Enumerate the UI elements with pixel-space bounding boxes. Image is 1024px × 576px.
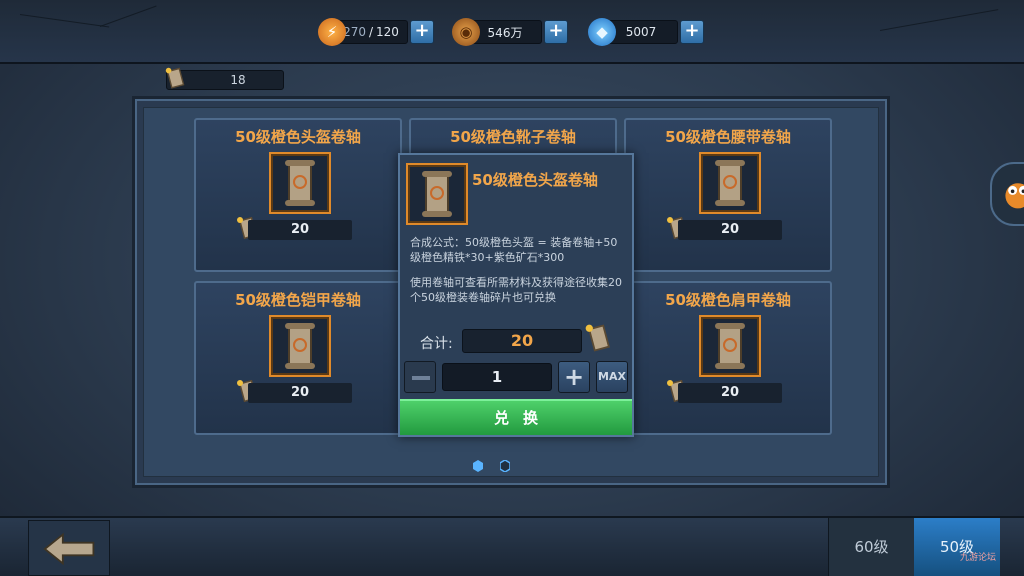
crack-decoration [19, 14, 110, 28]
back-arrow-icon [43, 532, 95, 566]
total-label: 合计: [420, 336, 453, 352]
crack-decoration [879, 9, 999, 31]
scroll-item-icon [269, 152, 331, 214]
tab-level-60[interactable]: 60级 [828, 518, 914, 576]
coin-icon: ◉ [452, 18, 480, 46]
scroll-item-icon [699, 315, 761, 377]
decrease-quantity-button[interactable] [404, 361, 436, 393]
quantity-field[interactable]: 1 [442, 363, 552, 391]
energy-separator: / [368, 25, 374, 39]
scroll-icon [165, 67, 185, 89]
energy-max: 120 [376, 25, 399, 39]
gold-resource: 546万 ◉ + [452, 18, 570, 46]
top-resource-bar: 270 / 120 ⚡ + 546万 ◉ + 5007 ◆ + [0, 0, 1024, 64]
diamond-value: 5007 [625, 25, 657, 39]
side-menu-button[interactable] [990, 162, 1024, 226]
scroll-detail-popup: 50级橙色头盔卷轴 合成公式：50级橙色头盔 = 装备卷轴+50级橙色精铁*30… [398, 153, 634, 437]
gold-value: 546万 [487, 25, 523, 40]
back-button[interactable] [28, 520, 110, 576]
lightning-icon: ⚡ [318, 18, 346, 46]
formula-text: 合成公式：50级橙色头盔 = 装备卷轴+50级橙色精铁*30+紫色矿石*300 [410, 236, 618, 264]
energy-resource: 270 / 120 ⚡ + [318, 18, 436, 46]
card-amount: 20 [248, 383, 352, 403]
scroll-icon [585, 324, 610, 352]
exchange-button[interactable]: 兑换 [400, 399, 632, 435]
increase-quantity-button[interactable]: + [558, 361, 590, 393]
scroll-card-shoulder[interactable]: 50级橙色肩甲卷轴 20 [624, 281, 832, 435]
card-amount: 20 [248, 220, 352, 240]
card-title: 50级橙色铠甲卷轴 [235, 291, 361, 309]
diamond-icon: ◆ [588, 18, 616, 46]
watermark: 九游论坛 [960, 553, 997, 563]
monster-icon [1005, 183, 1024, 209]
scroll-item-icon [699, 152, 761, 214]
add-gold-button[interactable]: + [544, 20, 568, 44]
card-title: 50级橙色靴子卷轴 [450, 128, 576, 146]
scroll-item-icon [406, 163, 468, 225]
card-amount: 20 [678, 220, 782, 240]
page-dot-active[interactable] [473, 460, 483, 472]
scroll-counter: 18 [165, 67, 284, 90]
popup-title: 50级橙色头盔卷轴 [472, 171, 598, 189]
card-title: 50级橙色肩甲卷轴 [665, 291, 791, 309]
scroll-card-helmet[interactable]: 50级橙色头盔卷轴 20 [194, 118, 402, 272]
diamond-resource: 5007 ◆ + [588, 18, 706, 46]
usage-text: 使用卷轴可查看所需材料及获得途径收集20个50级橙装卷轴碎片也可兑换 [410, 276, 622, 303]
scroll-item-icon [269, 315, 331, 377]
scroll-card-armor[interactable]: 50级橙色铠甲卷轴 20 [194, 281, 402, 435]
energy-value: 270 [343, 25, 366, 39]
page-dot[interactable] [500, 460, 510, 472]
card-title: 50级橙色腰带卷轴 [665, 128, 791, 146]
add-diamond-button[interactable]: + [680, 20, 704, 44]
max-quantity-button[interactable]: MAX [596, 361, 628, 393]
crack-decoration [99, 5, 157, 27]
scroll-card-belt[interactable]: 50级橙色腰带卷轴 20 [624, 118, 832, 272]
add-energy-button[interactable]: + [410, 20, 434, 44]
scroll-count: 18 [230, 73, 246, 87]
card-amount: 20 [678, 383, 782, 403]
card-title: 50级橙色头盔卷轴 [235, 128, 361, 146]
total-value: 20 [462, 329, 582, 353]
tab-level-50[interactable]: 50级 [914, 518, 1000, 576]
